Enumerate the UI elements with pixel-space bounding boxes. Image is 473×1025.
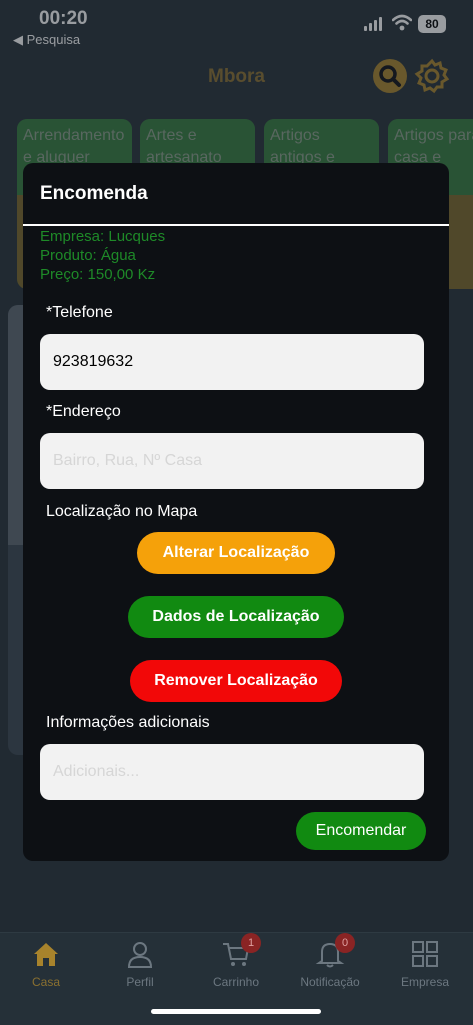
nav-cart-label: Carrinho [212,975,260,989]
order-modal: Encomenda Empresa: Lucques Produto: Água… [23,163,449,861]
nav-notifications-label: Notificação [300,975,360,989]
grid-icon [412,941,438,967]
notification-badge: 0 [335,933,355,953]
nav-home-label: Casa [31,975,60,989]
order-submit-button[interactable]: Encomendar [296,812,426,850]
additional-info-label: Informações adicionais [46,714,210,731]
map-location-label: Localização no Mapa [46,503,198,520]
phone-input[interactable] [40,334,424,390]
address-label: *Endereço [46,403,121,420]
nav-home[interactable]: Casa [1,939,91,989]
nav-company-label: Empresa [400,975,450,989]
home-indicator[interactable] [151,1009,321,1014]
nav-company[interactable]: Empresa [380,939,470,989]
modal-title: Encomenda [40,183,148,204]
nav-cart[interactable]: 1 Carrinho [191,933,281,989]
order-company: Empresa: Lucques [40,228,166,245]
order-product: Produto: Água [40,247,136,264]
user-icon [127,942,153,968]
address-input[interactable] [40,433,424,489]
additional-info-input[interactable] [40,744,424,800]
phone-label: *Telefone [46,304,113,321]
location-data-button[interactable]: Dados de Localização [128,596,344,638]
nav-profile-label: Perfil [126,975,154,989]
change-location-button[interactable]: Alterar Localização [137,532,335,574]
home-icon [34,943,58,966]
cart-badge: 1 [241,933,261,953]
nav-profile[interactable]: Perfil [95,939,185,989]
modal-divider [23,224,449,226]
remove-location-button[interactable]: Remover Localização [130,660,342,702]
order-price: Preço: 150,00 Kz [40,266,156,283]
nav-notifications[interactable]: 0 Notificação [285,933,375,989]
